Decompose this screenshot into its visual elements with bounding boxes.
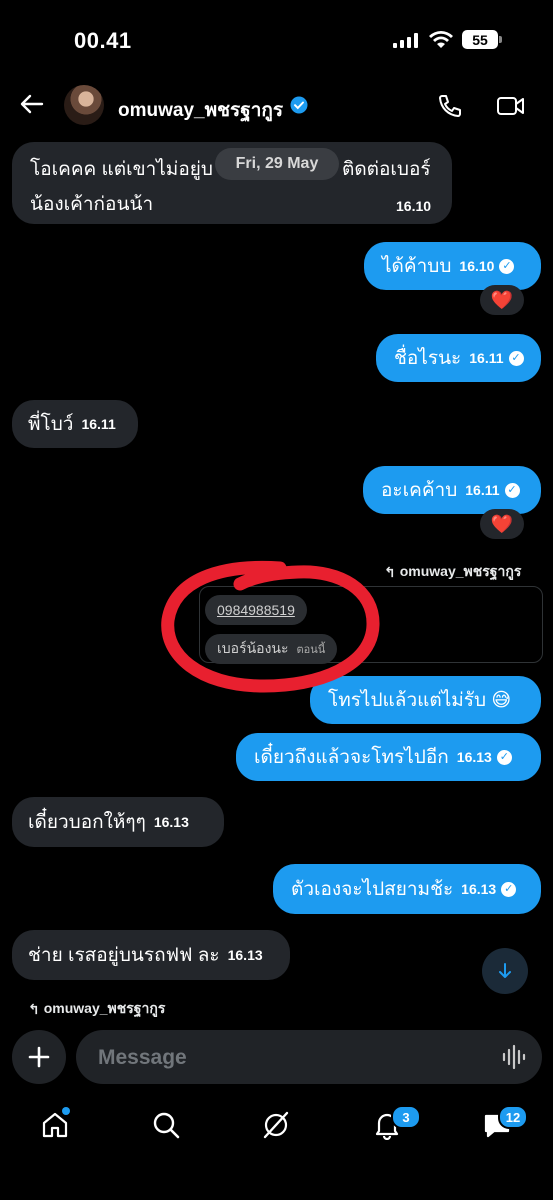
cellular-signal-icon — [393, 33, 418, 48]
message-time: 16.10 — [396, 198, 432, 214]
heart-reaction[interactable]: ❤️ — [480, 509, 524, 539]
back-arrow-icon[interactable] — [18, 90, 46, 118]
date-separator: Fri, 29 May — [215, 148, 339, 180]
search-icon[interactable] — [151, 1110, 181, 1140]
message-time: 16.13 — [456, 749, 492, 765]
message-time: 16.13 — [227, 947, 263, 963]
composer-reply-to-name: omuway_พชรฐากูร — [43, 1000, 166, 1016]
read-check-icon: ✓ — [504, 482, 520, 498]
message-text: ช่าย เรสอยู่บนรถฟฟ ละ — [28, 945, 220, 966]
message-text: เดี๋ยวถึงแล้วจะโทรไปอีก — [254, 747, 449, 768]
battery-nub — [499, 36, 502, 43]
reply-arrow-icon: ↰ — [384, 563, 396, 580]
voice-message-icon[interactable] — [502, 1044, 526, 1070]
red-annotation-circle — [161, 560, 380, 693]
message-text: ได้ค้าบบ — [382, 256, 452, 277]
message-time: 16.10 — [459, 258, 495, 274]
message-text: ชื่อไรนะ — [394, 348, 462, 369]
home-unread-dot — [62, 1107, 70, 1115]
contact-name[interactable]: omuway_พชรฐากูร — [118, 95, 283, 125]
add-attachment-button[interactable] — [12, 1030, 66, 1084]
arrow-down-icon — [499, 963, 511, 978]
message-bubble-outgoing[interactable]: ได้ค้าบบ 16.10 ✓ — [364, 242, 541, 290]
message-text: พี่โบว์ — [28, 414, 74, 435]
message-time: 16.13 — [153, 814, 189, 830]
heart-reaction[interactable]: ❤️ — [480, 285, 524, 315]
message-bubble-incoming[interactable]: ช่าย เรสอยู่บนรถฟฟ ละ 16.13 — [12, 930, 290, 980]
read-check-icon: ✓ — [508, 350, 524, 366]
message-text-line1-end: ติดต่อเบอร์ — [342, 159, 431, 180]
message-text-line2: น้องเค้าก่อนน้า — [30, 194, 154, 215]
video-call-icon[interactable] — [496, 92, 526, 120]
read-check-icon: ✓ — [499, 258, 515, 274]
scroll-to-bottom-button[interactable] — [482, 948, 528, 994]
status-time: 00.41 — [74, 28, 132, 53]
message-text: อะเคค้าบ — [381, 480, 458, 501]
reply-arrow-icon: ↰ — [28, 1000, 40, 1017]
message-text: ตัวเองจะไปสยามช้ะ — [291, 879, 454, 900]
message-time: 16.11 — [469, 350, 504, 366]
message-time: 16.11 — [465, 482, 500, 498]
messages-badge: 12 — [498, 1105, 528, 1129]
message-time: 16.13 — [461, 881, 497, 897]
reply-to-name: omuway_พชรฐากูร — [399, 563, 522, 579]
phone-call-icon[interactable] — [436, 92, 464, 120]
message-input[interactable] — [96, 1042, 480, 1074]
wifi-icon — [429, 31, 453, 48]
message-time: 16.11 — [81, 416, 116, 432]
message-bubble-incoming[interactable]: เดี๋ยวบอกให้ๆๆ 16.13 — [12, 797, 224, 847]
message-bubble-outgoing[interactable]: ตัวเองจะไปสยามช้ะ 16.13 ✓ — [273, 864, 541, 914]
plus-icon — [28, 1046, 50, 1068]
message-bubble-outgoing[interactable]: เดี๋ยวถึงแล้วจะโทรไปอีก 16.13 ✓ — [236, 733, 541, 781]
reply-indicator: ↰ omuway_พชรฐากูร — [384, 561, 521, 583]
verified-badge-icon — [290, 96, 308, 114]
message-text: เดี๋ยวบอกให้ๆๆ — [28, 812, 146, 833]
message-composer[interactable] — [76, 1030, 542, 1084]
battery-icon: 55 — [462, 30, 498, 49]
read-check-icon: ✓ — [501, 881, 517, 897]
notifications-badge: 3 — [391, 1105, 421, 1129]
read-check-icon: ✓ — [496, 749, 512, 765]
message-bubble-outgoing[interactable]: ชื่อไรนะ 16.11 ✓ — [376, 334, 541, 382]
message-bubble-incoming[interactable]: พี่โบว์ 16.11 — [12, 400, 138, 448]
message-text-line1: โอเคคค แต่เขาไม่อยู่บ — [30, 159, 213, 180]
message-bubble-outgoing[interactable]: อะเคค้าบ 16.11 ✓ — [363, 466, 541, 514]
composer-reply-indicator: ↰ omuway_พชรฐากูร — [28, 998, 165, 1020]
avatar[interactable] — [64, 85, 104, 125]
grok-icon[interactable] — [261, 1110, 291, 1140]
